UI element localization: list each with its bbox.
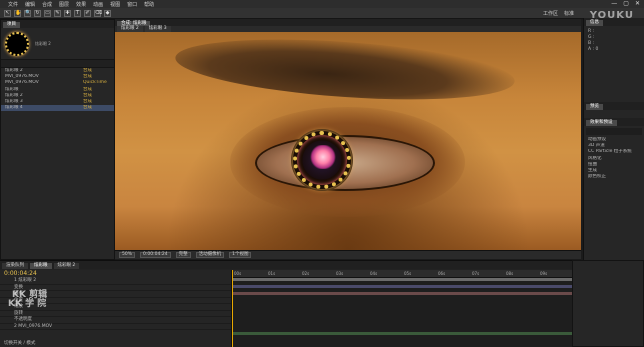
- time-ruler[interactable]: 00s 01s 02s 03s 04s 05s 06s 07s 08s 09s: [232, 270, 572, 278]
- thumbnail-icon: [5, 31, 29, 56]
- ruler-label: 03s: [336, 271, 344, 276]
- youku-watermark: YOUKU: [589, 10, 634, 21]
- list-item[interactable]: 炫彩眼 4: [1, 105, 79, 112]
- window-controls: — ▢ ✕: [611, 0, 640, 7]
- work-area-bar[interactable]: [232, 278, 572, 281]
- composition-viewer[interactable]: [115, 32, 581, 250]
- resolution-select[interactable]: 完整: [175, 252, 191, 258]
- layer-bar[interactable]: [232, 332, 572, 335]
- video-overlay-text-2: KK 学 院: [8, 299, 47, 309]
- project-name-column: 炫彩眼 2 MVI_0976.MOV MVI_0976.MOV 炫彩眼 炫彩眼 …: [1, 68, 79, 112]
- info-a: A : 0: [588, 47, 599, 52]
- menu-layer[interactable]: 图层: [59, 1, 69, 8]
- tab-timeline-1[interactable]: 炫彩眼: [30, 263, 52, 269]
- menu-view[interactable]: 视图: [110, 1, 120, 8]
- ruler-label: 02s: [302, 271, 310, 276]
- ruler-label: 07s: [472, 271, 480, 276]
- close-button[interactable]: ✕: [635, 0, 640, 7]
- list-item[interactable]: 颜色校正: [584, 174, 644, 180]
- tab-project[interactable]: 项目: [3, 22, 20, 28]
- ruler-label: 04s: [370, 271, 378, 276]
- ruler-label: 00s: [234, 271, 242, 276]
- menu-window[interactable]: 窗口: [127, 1, 137, 8]
- zoom-select[interactable]: 50%: [119, 252, 136, 258]
- eraser-tool-icon[interactable]: ⌫: [94, 9, 102, 17]
- zoom-tool-icon[interactable]: 🔍: [24, 9, 31, 17]
- hand-tool-icon[interactable]: ✋: [14, 9, 21, 17]
- layer-bar[interactable]: [232, 285, 572, 288]
- minimize-button[interactable]: —: [611, 0, 617, 7]
- workspace-value[interactable]: 标准: [564, 10, 574, 17]
- layer-bar[interactable]: [232, 292, 572, 295]
- views-select[interactable]: 1个视图: [229, 252, 252, 258]
- text-tool-icon[interactable]: T: [74, 9, 81, 17]
- puppet-tool-icon[interactable]: ◆: [104, 9, 111, 17]
- timeline-footer[interactable]: 切换开关 / 模式: [0, 340, 35, 347]
- tab-timeline-2[interactable]: 炫彩眼 2: [53, 263, 80, 269]
- rotate-tool-icon[interactable]: ↻: [34, 9, 41, 17]
- ruler-label: 08s: [506, 271, 514, 276]
- ruler-label: 05s: [404, 271, 412, 276]
- project-type-column: 合成 合成 QuickTime 合成 合成 合成 合成: [79, 68, 114, 112]
- brush-tool-icon[interactable]: ✐: [84, 9, 91, 17]
- right-panels: 信息 R : G : B : A : 0 预览 效果和预设 动画预设 3D 声道…: [583, 18, 644, 260]
- menu-edit[interactable]: 编辑: [25, 1, 35, 8]
- effects-search-input[interactable]: [586, 128, 642, 135]
- flower-effect: [309, 145, 337, 169]
- playhead[interactable]: [232, 270, 233, 347]
- pen-tool-icon[interactable]: ✎: [54, 9, 61, 17]
- menu-bar: 文件 编辑 合成 图层 效果 动画 视图 窗口 帮助: [0, 0, 644, 8]
- menu-animation[interactable]: 动画: [93, 1, 103, 8]
- eyebrow-shape: [173, 32, 517, 109]
- ruler-label: 06s: [438, 271, 446, 276]
- shape-tool-icon[interactable]: ▭: [44, 9, 51, 17]
- camera-select[interactable]: 活动摄像机: [195, 252, 225, 258]
- anchor-tool-icon[interactable]: ✚: [64, 9, 71, 17]
- project-preview: 炫彩眼 2: [1, 28, 114, 60]
- timecode-display[interactable]: 0:00:04:24: [140, 252, 171, 258]
- type-cell: 合成: [79, 105, 114, 112]
- project-search-bar[interactable]: [1, 60, 114, 68]
- tab-effects[interactable]: 效果和预设: [586, 120, 617, 126]
- menu-file[interactable]: 文件: [8, 1, 18, 8]
- paragraph-panel: [572, 260, 644, 347]
- tab-preview[interactable]: 预览: [586, 104, 603, 110]
- info-readout: R : G : B : A : 0: [584, 26, 644, 56]
- workspace-label: 工作区: [542, 11, 558, 17]
- ruler-label: 01s: [268, 271, 276, 276]
- project-selected-name: 炫彩眼 2: [35, 40, 51, 46]
- timeline-timecode[interactable]: 0:00:04:24: [0, 270, 231, 278]
- menu-effect[interactable]: 效果: [76, 1, 86, 8]
- preview-controls[interactable]: [584, 110, 644, 118]
- timeline-tracks[interactable]: [232, 270, 572, 347]
- workspace-selector[interactable]: 工作区 标准: [543, 10, 574, 17]
- layer-row[interactable]: 2 MVI_0976.MOV: [0, 324, 231, 330]
- ruler-label: 09s: [540, 271, 548, 276]
- selection-tool-icon[interactable]: ↖: [4, 9, 11, 17]
- viewer-controls: 50% 0:00:04:24 完整 活动摄像机 1个视图: [115, 250, 581, 259]
- maximize-button[interactable]: ▢: [623, 0, 629, 7]
- project-panel: 项目 炫彩眼 2 炫彩眼 2 MVI_0976.MOV MVI_0976.MOV…: [0, 19, 115, 260]
- tab-render-queue[interactable]: 渲染队列: [2, 263, 28, 269]
- menu-composition[interactable]: 合成: [42, 1, 52, 8]
- menu-help[interactable]: 帮助: [144, 1, 154, 8]
